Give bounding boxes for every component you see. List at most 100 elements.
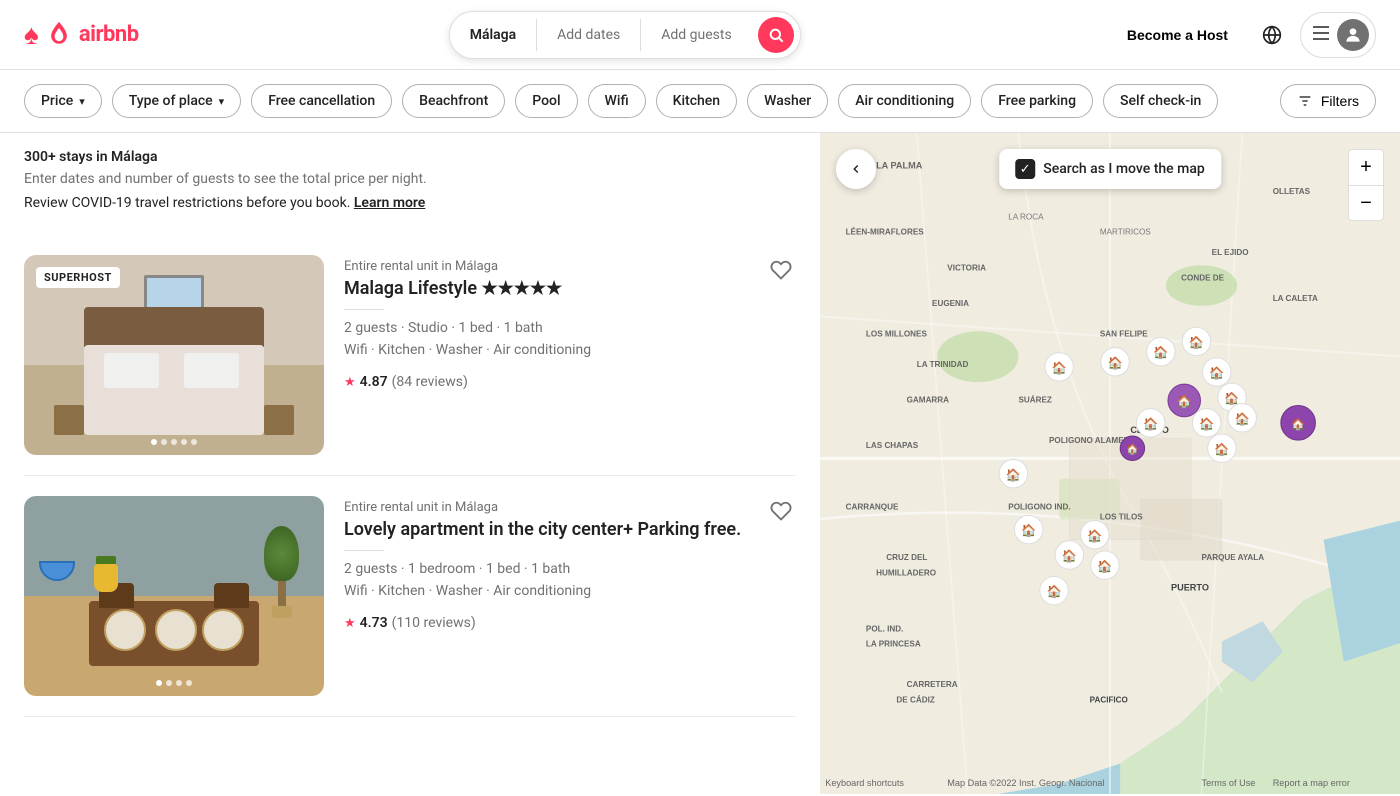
superhost-badge: SUPERHOST (36, 267, 120, 288)
listing-details-2: 2 guests · 1 bedroom · 1 bed · 1 bath (344, 561, 796, 577)
listing-amenities-1: Wifi · Kitchen · Washer · Air conditioni… (344, 342, 796, 358)
listing-info-2: Entire rental unit in Málaga Lovely apar… (344, 496, 796, 696)
table (89, 601, 259, 666)
map-back-button[interactable] (836, 149, 876, 189)
svg-text:🏠: 🏠 (1046, 585, 1061, 599)
search-bar: Málaga Add dates Add guests (449, 11, 801, 59)
airbnb-logo-icon: ♠ (24, 18, 39, 51)
listing-image-container-2[interactable] (24, 496, 324, 696)
beachfront-label: Beachfront (419, 93, 488, 109)
plate (104, 609, 146, 651)
price-label: Price (41, 93, 73, 109)
pillow (104, 353, 159, 388)
washer-label: Washer (764, 93, 811, 109)
listing-card-2: Entire rental unit in Málaga Lovely apar… (24, 476, 796, 717)
logo[interactable]: ♠ airbnb (24, 18, 139, 51)
filter-chip-beachfront[interactable]: Beachfront (402, 84, 505, 118)
guests-input[interactable]: Add guests (641, 19, 751, 51)
svg-text:🏠: 🏠 (1052, 361, 1067, 375)
svg-text:DE CÁDIZ: DE CÁDIZ (896, 694, 934, 704)
svg-text:PACIFICO: PACIFICO (1090, 695, 1128, 704)
free-cancellation-label: Free cancellation (268, 93, 375, 109)
svg-text:🏠: 🏠 (1224, 391, 1239, 405)
filter-chip-type-of-place[interactable]: Type of place ▾ (112, 84, 241, 118)
filter-icon (1297, 93, 1313, 109)
listing-image-2 (24, 496, 324, 696)
chevron-down-icon: ▾ (219, 95, 225, 108)
svg-text:🏠: 🏠 (1107, 356, 1122, 370)
chevron-down-icon: ▾ (79, 95, 85, 108)
search-button[interactable] (758, 17, 794, 53)
wishlist-button-1[interactable] (770, 259, 792, 287)
covid-note-text: Review COVID-19 travel restrictions befo… (24, 195, 354, 211)
svg-text:🏠: 🏠 (1062, 549, 1077, 563)
svg-text:Terms of Use: Terms of Use (1202, 778, 1256, 788)
svg-text:🏠: 🏠 (1006, 468, 1021, 482)
hamburger-icon (1313, 25, 1329, 44)
listing-details-1: 2 guests · Studio · 1 bed · 1 bath (344, 320, 796, 336)
svg-text:🏠: 🏠 (1291, 418, 1305, 431)
learn-more-link[interactable]: Learn more (354, 195, 425, 211)
listing-title-2[interactable]: Lovely apartment in the city center+ Par… (344, 519, 796, 540)
svg-text:PARQUE AYALA: PARQUE AYALA (1202, 553, 1265, 562)
filter-chip-air-conditioning[interactable]: Air conditioning (838, 84, 971, 118)
pineapple (94, 556, 118, 592)
svg-text:LOS MILLONES: LOS MILLONES (866, 329, 928, 338)
svg-text:SUÁREZ: SUÁREZ (1018, 394, 1051, 404)
filter-chip-pool[interactable]: Pool (515, 84, 577, 118)
location-input[interactable]: Málaga (450, 19, 537, 51)
svg-text:VICTORIA: VICTORIA (947, 263, 986, 272)
dot (151, 439, 157, 445)
svg-text:PUERTO: PUERTO (1171, 583, 1209, 593)
listing-image-container-1[interactable]: SUPERHOST (24, 255, 324, 455)
star-icon: ★ (344, 616, 356, 631)
become-host-button[interactable]: Become a Host (1111, 17, 1244, 53)
filter-chip-price[interactable]: Price ▾ (24, 84, 102, 118)
svg-text:LA ROCA: LA ROCA (1008, 212, 1044, 221)
dot (156, 680, 162, 686)
svg-text:CARRANQUE: CARRANQUE (846, 502, 899, 511)
main-layout: 300+ stays in Málaga Enter dates and num… (0, 133, 1400, 794)
filter-chip-wifi[interactable]: Wifi (588, 84, 646, 118)
filters-button[interactable]: Filters (1280, 84, 1376, 118)
filter-chip-self-check-in[interactable]: Self check-in (1103, 84, 1218, 118)
search-as-move-control[interactable]: ✓ Search as I move the map (999, 149, 1221, 189)
svg-text:🏠: 🏠 (1189, 336, 1204, 350)
rating-reviews-2: (110 reviews) (392, 615, 476, 631)
dates-note: Enter dates and number of guests to see … (24, 171, 796, 187)
svg-text:LAS CHAPAS: LAS CHAPAS (866, 441, 919, 450)
chair-back (214, 583, 249, 608)
header: ♠ airbnb Málaga Add dates Add guests Bec… (0, 0, 1400, 70)
rating-value-2: 4.73 (360, 615, 388, 631)
svg-text:🏠: 🏠 (1209, 366, 1224, 380)
listing-info-1: Entire rental unit in Málaga Malaga Life… (344, 255, 796, 455)
svg-text:LA PRINCESA: LA PRINCESA (866, 640, 921, 649)
user-menu-button[interactable] (1300, 12, 1376, 58)
rating-value-1: 4.87 (360, 374, 388, 390)
map-area[interactable]: LA PALMA PARQUE DEL SUR OLLETAS EL EJIDO… (820, 133, 1400, 794)
airbnb-flame-icon (45, 21, 73, 49)
globe-button[interactable] (1252, 15, 1292, 55)
svg-text:🏠: 🏠 (1199, 417, 1214, 431)
svg-text:CRUZ DEL: CRUZ DEL (886, 553, 927, 562)
filter-chip-kitchen[interactable]: Kitchen (656, 84, 737, 118)
svg-text:EUGENIA: EUGENIA (932, 299, 969, 308)
covid-note: Review COVID-19 travel restrictions befo… (24, 195, 796, 211)
filter-chip-washer[interactable]: Washer (747, 84, 828, 118)
zoom-out-button[interactable]: − (1348, 185, 1384, 221)
filter-bar: Price ▾ Type of place ▾ Free cancellatio… (0, 70, 1400, 133)
dates-input[interactable]: Add dates (537, 19, 641, 51)
zoom-in-button[interactable]: + (1348, 149, 1384, 185)
svg-text:CONDE DE: CONDE DE (1181, 273, 1224, 282)
checkbox-icon: ✓ (1015, 159, 1035, 179)
listing-title-1[interactable]: Malaga Lifestyle ★★★★★ (344, 278, 796, 299)
filter-chip-free-cancellation[interactable]: Free cancellation (251, 84, 392, 118)
kitchen-label: Kitchen (673, 93, 720, 109)
dot (166, 680, 172, 686)
filter-chip-free-parking[interactable]: Free parking (981, 84, 1093, 118)
results-count: 300+ stays in Málaga (24, 149, 796, 165)
listing-divider-1 (344, 309, 384, 310)
wishlist-button-2[interactable] (770, 500, 792, 528)
pool-label: Pool (532, 93, 560, 109)
plant (264, 526, 299, 618)
